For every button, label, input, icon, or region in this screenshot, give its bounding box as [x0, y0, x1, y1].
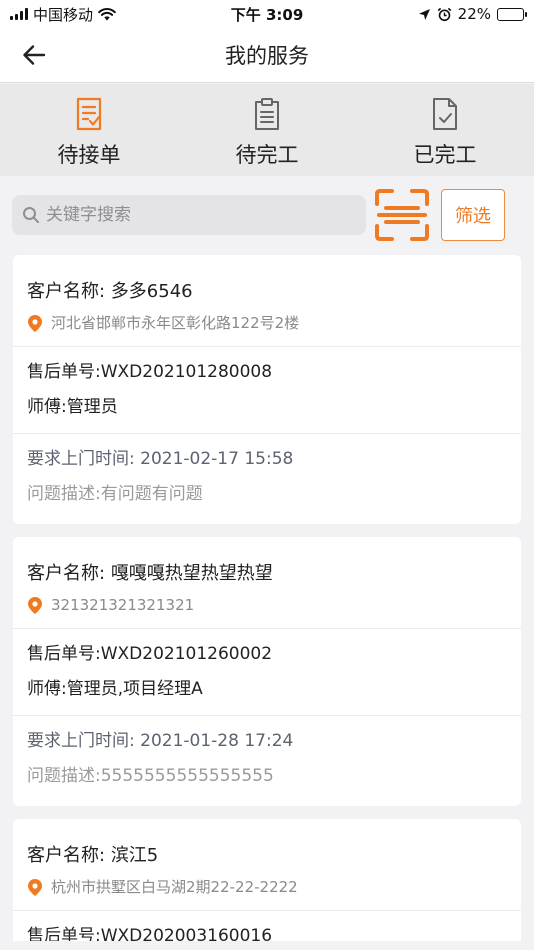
customer-line: 客户名称: 滨江5 — [27, 843, 507, 869]
order-number: 售后单号:WXD202101280008 — [27, 362, 273, 382]
status-bar: 中国移动 下午 3:09 22% — [0, 0, 534, 28]
address-row: 杭州市拱墅区白马湖2期22-22-2222 — [27, 877, 507, 897]
order-list: 客户名称: 多多6546 河北省邯郸市永年区彰化路122号2楼 售后单号:WXD… — [13, 255, 521, 941]
customer-line: 客户名称: 嘎嘎嘎热望热望热望 — [27, 561, 507, 587]
cellular-signal-icon — [10, 8, 28, 20]
order-card[interactable]: 客户名称: 多多6546 河北省邯郸市永年区彰化路122号2楼 售后单号:WXD… — [13, 255, 521, 524]
customer-section: 客户名称: 多多6546 河北省邯郸市永年区彰化路122号2楼 — [13, 255, 521, 346]
problem-description: 问题描述:5555555555555555 — [27, 766, 274, 786]
visit-time: 要求上门时间: 2021-01-28 17:24 — [27, 731, 294, 751]
battery-percent: 22% — [457, 5, 491, 23]
address-row: 321321321321321 — [27, 595, 507, 615]
back-arrow-icon — [23, 45, 46, 65]
location-pin-icon — [28, 314, 42, 332]
customer-label: 客户名称: — [27, 845, 106, 866]
tab-label: 待接单 — [57, 143, 121, 167]
problem-description: 问题描述:有问题有问题 — [27, 484, 203, 504]
customer-label: 客户名称: — [27, 563, 106, 584]
address-row: 河北省邯郸市永年区彰化路122号2楼 — [27, 313, 507, 333]
customer-address: 杭州市拱墅区白马湖2期22-22-2222 — [51, 878, 298, 896]
order-number: 售后单号:WXD202101260002 — [27, 644, 273, 664]
alarm-clock-icon — [437, 7, 451, 21]
order-info-section: 售后单号:WXD202101260002 师傅:管理员,项目经理A — [13, 628, 521, 715]
search-row: 筛选 — [0, 176, 534, 254]
tab-pending-accept[interactable]: 待接单 — [0, 84, 178, 176]
tab-label: 已完工 — [413, 143, 477, 167]
customer-label: 客户名称: — [27, 281, 106, 302]
customer-line: 客户名称: 多多6546 — [27, 279, 507, 305]
customer-section: 客户名称: 嘎嘎嘎热望热望热望 321321321321321 — [13, 537, 521, 628]
tab-completed[interactable]: 已完工 — [356, 84, 534, 176]
document-check-icon — [428, 96, 462, 132]
battery-icon — [497, 7, 527, 21]
carrier-name: 中国移动 — [33, 5, 94, 24]
location-pin-icon — [28, 878, 42, 896]
search-box[interactable] — [12, 195, 366, 235]
customer-address: 河北省邯郸市永年区彰化路122号2楼 — [51, 314, 300, 332]
wifi-icon — [98, 7, 116, 20]
order-card[interactable]: 客户名称: 嘎嘎嘎热望热望热望 321321321321321 售后单号:WXD… — [13, 537, 521, 806]
visit-time: 要求上门时间: 2021-02-17 15:58 — [27, 449, 294, 469]
customer-address: 321321321321321 — [51, 596, 195, 614]
customer-name: 多多6546 — [110, 281, 193, 302]
scan-icon — [375, 189, 429, 241]
status-tabs: 待接单 待完工 已完工 — [0, 84, 534, 176]
status-left: 中国移动 — [10, 4, 116, 25]
schedule-section: 要求上门时间: 2021-01-28 17:24 问题描述:5555555555… — [13, 715, 521, 806]
nav-bar: 我的服务 — [0, 28, 534, 83]
order-card[interactable]: 客户名称: 滨江5 杭州市拱墅区白马湖2期22-22-2222 售后单号:WXD… — [13, 819, 521, 941]
customer-name: 滨江5 — [110, 845, 159, 866]
clipboard-icon — [250, 96, 284, 132]
master-name: 师傅:管理员,项目经理A — [27, 679, 203, 699]
status-right: 22% — [418, 5, 527, 23]
page-title: 我的服务 — [225, 44, 309, 68]
order-info-section: 售后单号:WXD202003160016 师傅:管理员 — [13, 910, 521, 941]
order-info-section: 售后单号:WXD202101280008 师傅:管理员 — [13, 346, 521, 433]
search-icon — [23, 207, 39, 223]
customer-name: 嘎嘎嘎热望热望热望 — [110, 563, 273, 584]
order-list-icon — [72, 96, 106, 132]
schedule-section: 要求上门时间: 2021-02-17 15:58 问题描述:有问题有问题 — [13, 433, 521, 524]
order-number: 售后单号:WXD202003160016 — [27, 926, 273, 941]
search-input[interactable] — [46, 205, 346, 225]
filter-button[interactable]: 筛选 — [441, 189, 505, 241]
master-name: 师傅:管理员 — [27, 397, 118, 417]
back-button[interactable] — [14, 38, 54, 72]
location-pin-icon — [28, 596, 42, 614]
tab-label: 待完工 — [235, 143, 299, 167]
tab-pending-complete[interactable]: 待完工 — [178, 84, 356, 176]
scan-button[interactable] — [374, 188, 430, 242]
customer-section: 客户名称: 滨江5 杭州市拱墅区白马湖2期22-22-2222 — [13, 819, 521, 910]
location-arrow-icon — [418, 8, 430, 20]
